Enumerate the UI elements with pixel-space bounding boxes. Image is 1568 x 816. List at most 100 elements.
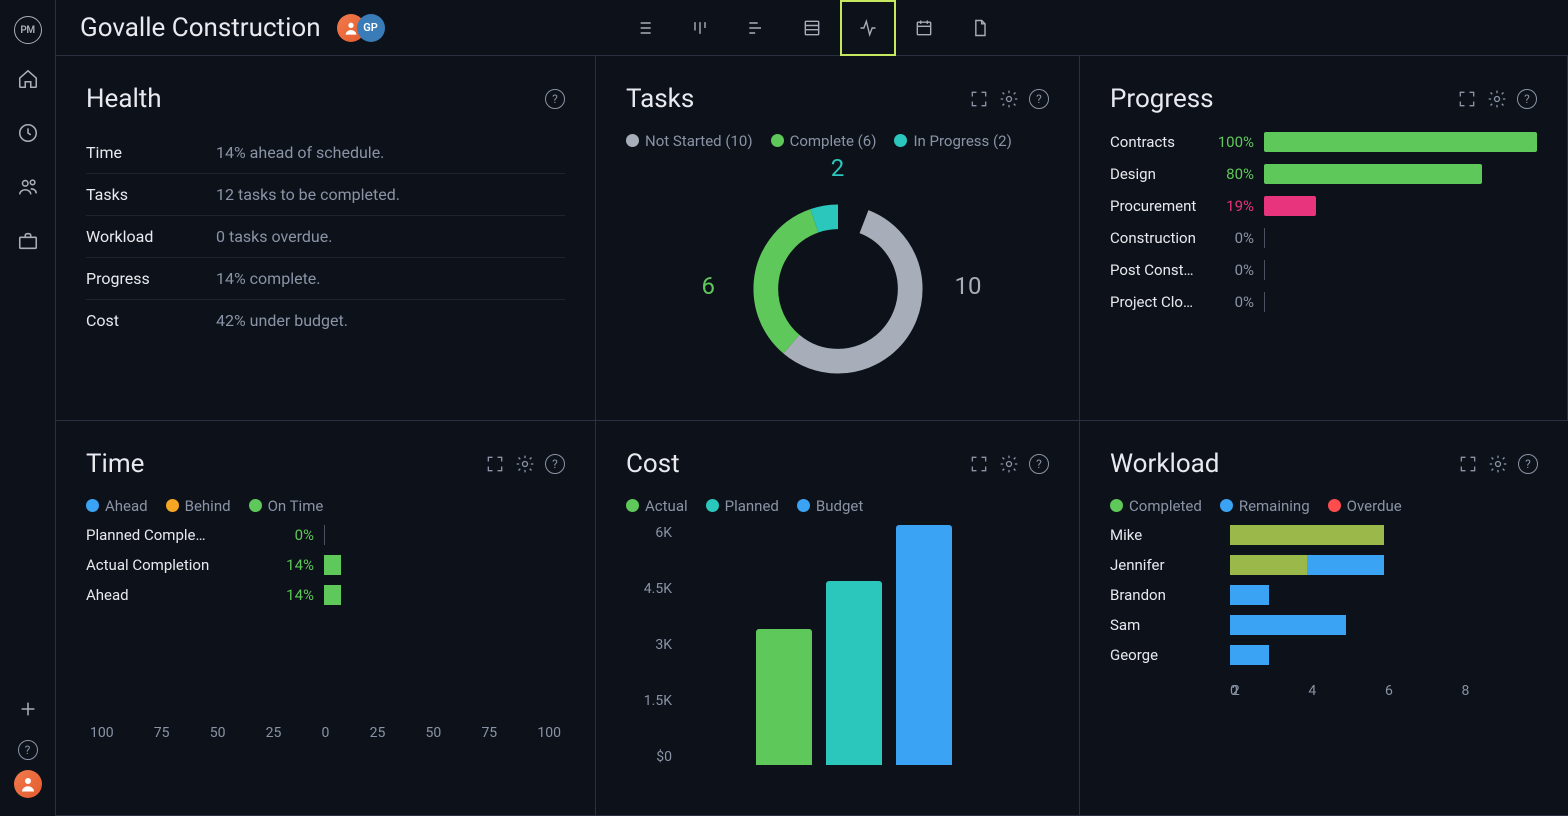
tab-gantt[interactable] — [728, 0, 784, 56]
health-row: Progress 14% complete. — [86, 258, 565, 300]
member-avatar[interactable]: GP — [357, 14, 385, 42]
health-row: Time 14% ahead of schedule. — [86, 132, 565, 174]
legend-item: In Progress (2) — [894, 132, 1011, 150]
plus-icon[interactable] — [17, 698, 39, 720]
help-icon[interactable]: ? — [1517, 89, 1537, 109]
topbar: Govalle Construction GP — [56, 0, 1568, 56]
card-title: Time — [86, 449, 144, 479]
health-row: Cost 42% under budget. — [86, 300, 565, 341]
help-icon[interactable]: ? — [545, 89, 565, 109]
progress-pct: 19% — [1208, 197, 1254, 215]
progress-row: Post Const… 0% — [1110, 260, 1537, 280]
tab-sheet[interactable] — [784, 0, 840, 56]
clock-icon[interactable] — [17, 122, 39, 144]
donut-label-inprogress: 2 — [831, 154, 845, 182]
legend-item: On Time — [249, 497, 324, 515]
card-title: Health — [86, 84, 162, 114]
donut-label-notstarted: 10 — [955, 272, 982, 300]
dashboard-grid: Health ? Time 14% ahead of schedule. Tas… — [56, 56, 1568, 816]
expand-icon[interactable] — [1458, 454, 1478, 474]
gear-icon[interactable] — [1487, 89, 1507, 109]
card-health: Health ? Time 14% ahead of schedule. Tas… — [56, 56, 596, 421]
expand-icon[interactable] — [485, 454, 505, 474]
progress-pct: 80% — [1208, 165, 1254, 183]
workload-row: Mike — [1110, 525, 1538, 545]
progress-row: Construction 0% — [1110, 228, 1537, 248]
help-icon[interactable]: ? — [1518, 454, 1538, 474]
time-legend: AheadBehindOn Time — [86, 497, 565, 515]
progress-bar — [1264, 292, 1537, 312]
health-value: 12 tasks to be completed. — [216, 185, 400, 204]
progress-bar — [1264, 132, 1537, 152]
progress-label: Post Const… — [1110, 261, 1208, 279]
card-tasks: Tasks ? Not Started (10)Complete (6)In P… — [596, 56, 1080, 421]
time-pct: 0% — [254, 526, 314, 544]
tasks-donut-chart: 2 10 6 — [708, 160, 968, 390]
left-rail: PM ? — [0, 0, 56, 816]
time-track — [324, 555, 565, 575]
expand-icon[interactable] — [1457, 89, 1477, 109]
help-icon[interactable]: ? — [545, 454, 565, 474]
workload-label: Mike — [1110, 526, 1230, 544]
team-icon[interactable] — [17, 176, 39, 198]
progress-row: Contracts 100% — [1110, 132, 1537, 152]
card-cost: Cost ? ActualPlannedBudget 6K4.5K3K1.5K$… — [596, 421, 1080, 816]
health-label: Progress — [86, 269, 216, 288]
health-label: Tasks — [86, 185, 216, 204]
card-title: Progress — [1110, 84, 1214, 114]
tab-files[interactable] — [952, 0, 1008, 56]
project-title: Govalle Construction — [80, 13, 321, 43]
app-logo[interactable]: PM — [14, 16, 42, 44]
legend-item: Complete (6) — [771, 132, 877, 150]
tab-list[interactable] — [616, 0, 672, 56]
legend-item: Ahead — [86, 497, 148, 515]
time-row: Ahead 14% — [86, 585, 565, 605]
help-icon[interactable]: ? — [1029, 89, 1049, 109]
time-label: Planned Comple… — [86, 526, 254, 544]
time-label: Ahead — [86, 586, 254, 604]
cost-bar — [826, 581, 882, 765]
workload-bar — [1230, 615, 1538, 635]
tab-dashboard[interactable] — [840, 0, 896, 56]
time-pct: 14% — [254, 586, 314, 604]
cost-bar-chart: 6K4.5K3K1.5K$0 — [626, 525, 1049, 765]
tab-board[interactable] — [672, 0, 728, 56]
expand-icon[interactable] — [969, 89, 989, 109]
time-label: Actual Completion — [86, 556, 254, 574]
gear-icon[interactable] — [515, 454, 535, 474]
card-title: Tasks — [626, 84, 694, 114]
workload-label: Sam — [1110, 616, 1230, 634]
time-track — [324, 585, 565, 605]
user-avatar[interactable] — [14, 770, 42, 798]
time-row: Planned Comple… 0% — [86, 525, 565, 545]
health-row: Workload 0 tasks overdue. — [86, 216, 565, 258]
help-icon[interactable]: ? — [18, 740, 38, 760]
time-row: Actual Completion 14% — [86, 555, 565, 575]
progress-pct: 0% — [1208, 261, 1254, 279]
health-label: Time — [86, 143, 216, 162]
home-icon[interactable] — [17, 68, 39, 90]
legend-item: Overdue — [1328, 497, 1402, 515]
workload-row: Brandon — [1110, 585, 1538, 605]
progress-label: Procurement — [1110, 197, 1208, 215]
gear-icon[interactable] — [999, 454, 1019, 474]
gear-icon[interactable] — [1488, 454, 1508, 474]
briefcase-icon[interactable] — [17, 230, 39, 252]
workload-bar — [1230, 645, 1538, 665]
progress-pct: 0% — [1208, 229, 1254, 247]
workload-bar — [1230, 525, 1538, 545]
project-members[interactable]: GP — [337, 14, 385, 42]
help-icon[interactable]: ? — [1029, 454, 1049, 474]
legend-item: Remaining — [1220, 497, 1310, 515]
gear-icon[interactable] — [999, 89, 1019, 109]
workload-legend: CompletedRemainingOverdue — [1110, 497, 1538, 515]
health-value: 14% complete. — [216, 269, 321, 288]
time-pct: 14% — [254, 556, 314, 574]
card-workload: Workload ? CompletedRemainingOverdue Mik… — [1080, 421, 1568, 816]
workload-bar — [1230, 555, 1538, 575]
health-row: Tasks 12 tasks to be completed. — [86, 174, 565, 216]
workload-axis: 02468 — [1110, 683, 1538, 699]
expand-icon[interactable] — [969, 454, 989, 474]
tab-calendar[interactable] — [896, 0, 952, 56]
progress-label: Design — [1110, 165, 1208, 183]
